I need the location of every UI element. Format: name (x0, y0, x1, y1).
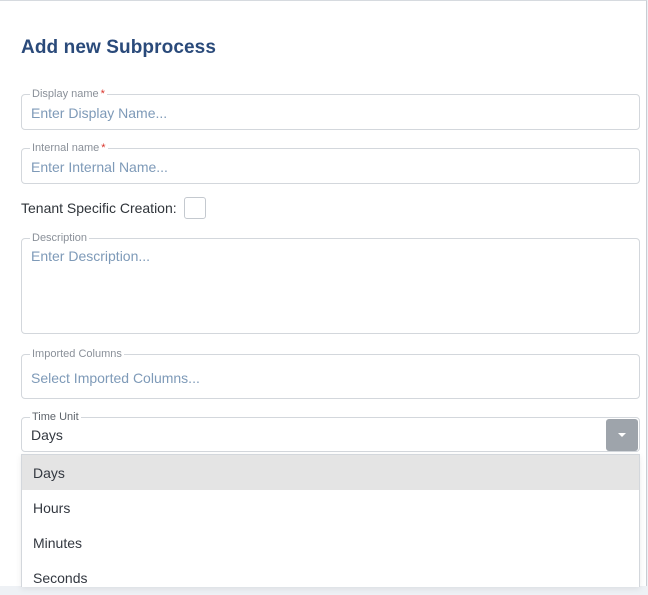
display-name-placeholder[interactable]: Enter Display Name... (31, 105, 167, 121)
time-unit-option-hours[interactable]: Hours (22, 490, 639, 525)
imported-columns-field[interactable]: Imported Columns Select Imported Columns… (21, 348, 640, 399)
time-unit-option-seconds[interactable]: Seconds (22, 560, 639, 595)
required-mark: * (101, 142, 106, 154)
internal-name-label: Internal name * (30, 142, 108, 154)
tenant-specific-label: Tenant Specific Creation: (21, 200, 177, 216)
time-unit-option-minutes[interactable]: Minutes (22, 525, 639, 560)
display-name-label: Display name * (30, 88, 107, 100)
time-unit-select[interactable]: Time Unit Days (21, 411, 640, 452)
description-placeholder[interactable]: Enter Description... (31, 248, 150, 264)
description-field[interactable]: Description Enter Description... (21, 232, 640, 334)
add-subprocess-dialog: Add new Subprocess Display name * Enter D… (0, 0, 647, 587)
time-unit-dropdown-button[interactable] (606, 419, 638, 451)
time-unit-label: Time Unit (30, 411, 81, 423)
imported-columns-label: Imported Columns (30, 348, 124, 360)
description-label: Description (30, 232, 90, 244)
dialog-title: Add new Subprocess (21, 37, 217, 58)
time-unit-value[interactable]: Days (31, 427, 63, 443)
internal-name-placeholder[interactable]: Enter Internal Name... (31, 159, 168, 175)
time-unit-menu: Days Hours Minutes Seconds (21, 454, 640, 587)
tenant-specific-checkbox[interactable] (183, 197, 206, 219)
time-unit-option-days[interactable]: Days (22, 455, 639, 490)
internal-name-field[interactable]: Internal name * Enter Internal Name... (21, 142, 640, 184)
imported-columns-placeholder[interactable]: Select Imported Columns... (31, 370, 200, 386)
display-name-field[interactable]: Display name * Enter Display Name... (21, 88, 640, 130)
tenant-specific-row: Tenant Specific Creation: (21, 197, 206, 219)
caret-down-icon (618, 433, 626, 437)
required-mark: * (100, 88, 105, 100)
